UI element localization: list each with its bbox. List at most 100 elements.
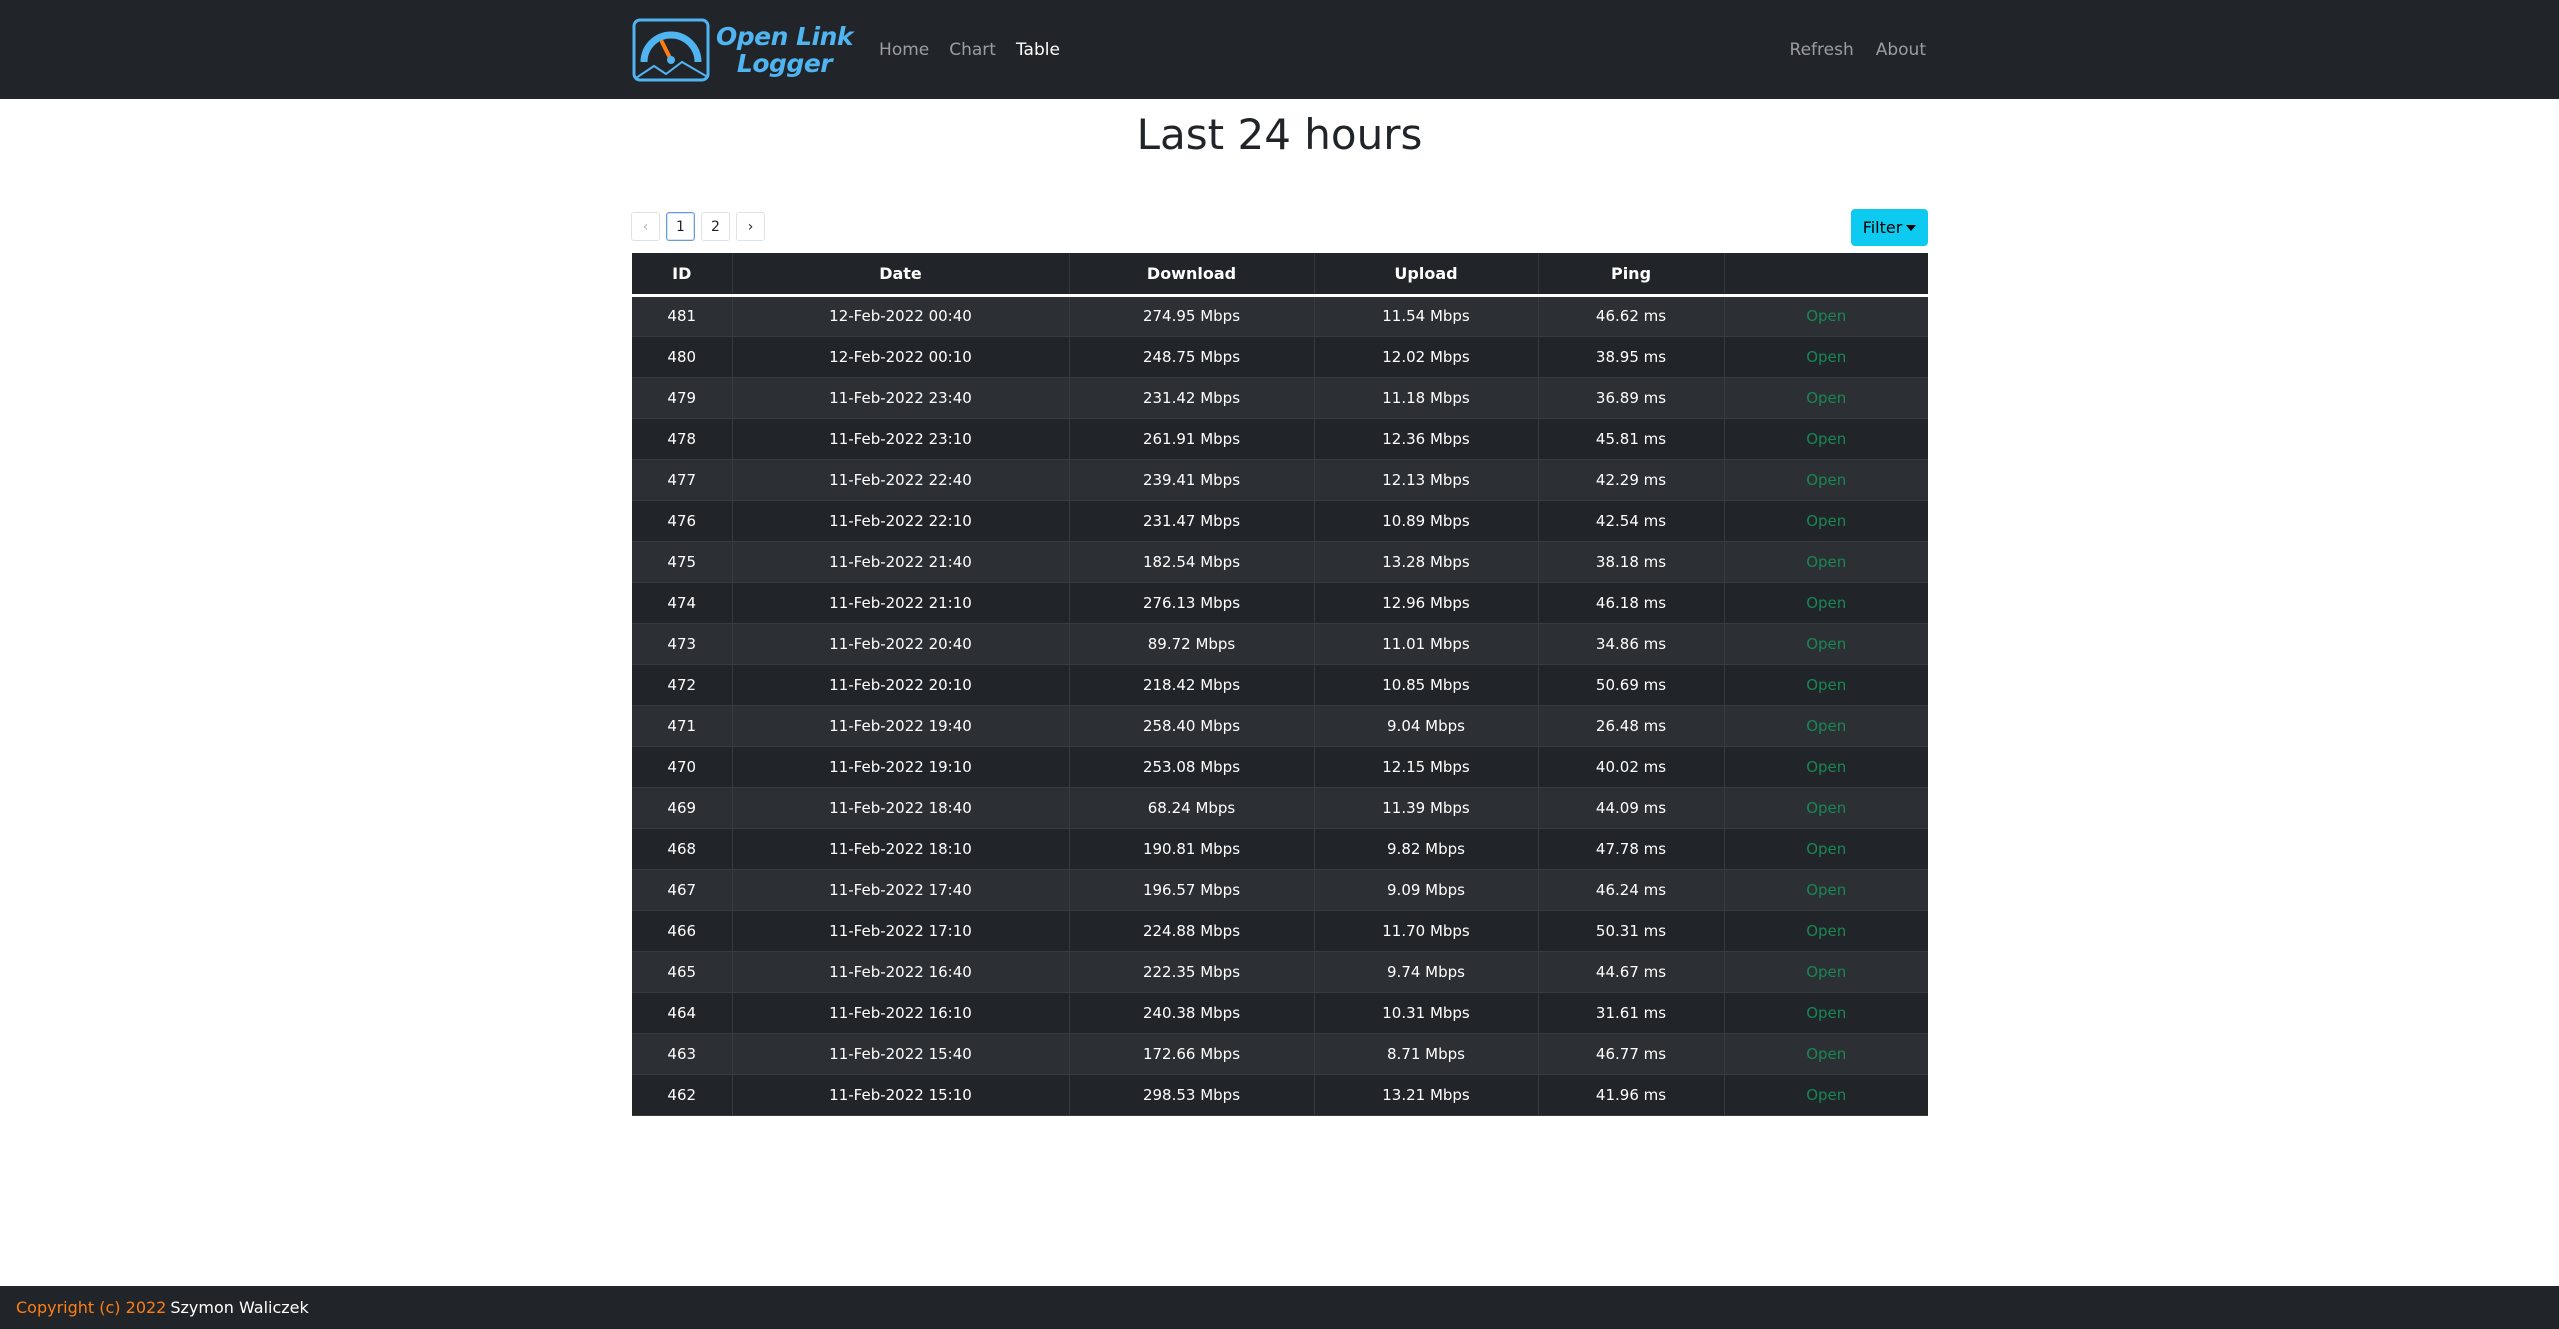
cell-id: 476 xyxy=(632,500,733,541)
cell-date: 11-Feb-2022 19:40 xyxy=(732,705,1070,746)
cell-ping: 36.89 ms xyxy=(1538,377,1725,418)
cell-action: Open xyxy=(1724,459,1928,500)
cell-id: 475 xyxy=(632,541,733,582)
table-row: 481 12-Feb-2022 00:40 274.95 Mbps 11.54 Mbp… xyxy=(632,295,1928,336)
open-link[interactable]: Open xyxy=(1806,1086,1846,1104)
cell-upload: 9.04 Mbps xyxy=(1314,705,1539,746)
open-link[interactable]: Open xyxy=(1806,717,1846,735)
cell-upload: 8.71 Mbps xyxy=(1314,1033,1539,1074)
cell-id: 467 xyxy=(632,869,733,910)
open-link[interactable]: Open xyxy=(1806,430,1846,448)
filter-label: Filter xyxy=(1862,218,1903,237)
table-row: 465 11-Feb-2022 16:40 222.35 Mbps 9.74 Mbps… xyxy=(632,951,1928,992)
open-link[interactable]: Open xyxy=(1806,635,1846,653)
table-row: 477 11-Feb-2022 22:40 239.41 Mbps 12.13 Mbp… xyxy=(632,459,1928,500)
cell-ping: 42.29 ms xyxy=(1538,459,1725,500)
pagination-page-2[interactable]: 2 xyxy=(701,212,730,241)
cell-upload: 10.89 Mbps xyxy=(1314,500,1539,541)
open-link[interactable]: Open xyxy=(1806,512,1846,530)
cell-id: 480 xyxy=(632,336,733,377)
open-link[interactable]: Open xyxy=(1806,348,1846,366)
cell-action: Open xyxy=(1724,869,1928,910)
cell-download: 274.95 Mbps xyxy=(1069,295,1315,336)
pagination-page-1[interactable]: 1 xyxy=(666,212,695,241)
cell-ping: 26.48 ms xyxy=(1538,705,1725,746)
col-header-id: ID xyxy=(632,253,733,295)
open-link[interactable]: Open xyxy=(1806,1045,1846,1063)
open-link[interactable]: Open xyxy=(1806,471,1846,489)
open-link[interactable]: Open xyxy=(1806,799,1846,817)
cell-date: 11-Feb-2022 20:40 xyxy=(732,623,1070,664)
cell-upload: 9.82 Mbps xyxy=(1314,828,1539,869)
open-link[interactable]: Open xyxy=(1806,1004,1846,1022)
nav-chart[interactable]: Chart xyxy=(949,40,996,60)
open-link[interactable]: Open xyxy=(1806,389,1846,407)
open-link[interactable]: Open xyxy=(1806,881,1846,899)
nav-table[interactable]: Table xyxy=(1016,40,1060,60)
open-link[interactable]: Open xyxy=(1806,307,1846,325)
cell-upload: 12.13 Mbps xyxy=(1314,459,1539,500)
pagination-next[interactable]: › xyxy=(736,212,765,241)
cell-id: 464 xyxy=(632,992,733,1033)
table-row: 479 11-Feb-2022 23:40 231.42 Mbps 11.18 Mbp… xyxy=(632,377,1928,418)
cell-date: 11-Feb-2022 16:40 xyxy=(732,951,1070,992)
cell-date: 12-Feb-2022 00:40 xyxy=(732,295,1070,336)
nav-links: Home Chart Table xyxy=(879,40,1080,60)
open-link[interactable]: Open xyxy=(1806,553,1846,571)
nav-home[interactable]: Home xyxy=(879,40,929,60)
col-header-date: Date xyxy=(732,253,1070,295)
cell-download: 182.54 Mbps xyxy=(1069,541,1315,582)
cell-date: 11-Feb-2022 23:40 xyxy=(732,377,1070,418)
cell-ping: 34.86 ms xyxy=(1538,623,1725,664)
table-row: 472 11-Feb-2022 20:10 218.42 Mbps 10.85 Mbp… xyxy=(632,664,1928,705)
open-link[interactable]: Open xyxy=(1806,840,1846,858)
cell-action: Open xyxy=(1724,992,1928,1033)
cell-ping: 44.09 ms xyxy=(1538,787,1725,828)
cell-ping: 46.24 ms xyxy=(1538,869,1725,910)
cell-upload: 11.70 Mbps xyxy=(1314,910,1539,951)
speedometer-icon xyxy=(632,18,710,81)
table-row: 475 11-Feb-2022 21:40 182.54 Mbps 13.28 Mbp… xyxy=(632,541,1928,582)
cell-date: 12-Feb-2022 00:10 xyxy=(732,336,1070,377)
nav-refresh[interactable]: Refresh xyxy=(1790,40,1854,60)
cell-date: 11-Feb-2022 18:40 xyxy=(732,787,1070,828)
cell-action: Open xyxy=(1724,787,1928,828)
open-link[interactable]: Open xyxy=(1806,963,1846,981)
cell-id: 463 xyxy=(632,1033,733,1074)
brand-logo[interactable]: Open Link Logger xyxy=(632,17,854,83)
cell-upload: 9.09 Mbps xyxy=(1314,869,1539,910)
cell-upload: 12.36 Mbps xyxy=(1314,418,1539,459)
cell-download: 218.42 Mbps xyxy=(1069,664,1315,705)
open-link[interactable]: Open xyxy=(1806,758,1846,776)
nav-about[interactable]: About xyxy=(1876,40,1926,60)
navbar-container: Open Link Logger Home Chart Table Refres… xyxy=(632,0,1926,99)
cell-upload: 10.31 Mbps xyxy=(1314,992,1539,1033)
cell-upload: 12.02 Mbps xyxy=(1314,336,1539,377)
cell-id: 479 xyxy=(632,377,733,418)
table-row: 470 11-Feb-2022 19:10 253.08 Mbps 12.15 Mbp… xyxy=(632,746,1928,787)
cell-upload: 11.54 Mbps xyxy=(1314,295,1539,336)
cell-download: 239.41 Mbps xyxy=(1069,459,1315,500)
filter-dropdown-button[interactable]: Filter xyxy=(1851,209,1928,246)
cell-action: Open xyxy=(1724,377,1928,418)
cell-ping: 44.67 ms xyxy=(1538,951,1725,992)
open-link[interactable]: Open xyxy=(1806,676,1846,694)
footer-author: Szymon Waliczek xyxy=(170,1298,309,1317)
cell-upload: 12.15 Mbps xyxy=(1314,746,1539,787)
pagination-prev[interactable]: ‹ xyxy=(631,212,660,241)
cell-download: 68.24 Mbps xyxy=(1069,787,1315,828)
cell-ping: 38.95 ms xyxy=(1538,336,1725,377)
cell-date: 11-Feb-2022 15:40 xyxy=(732,1033,1070,1074)
pagination: ‹ 1 2 › xyxy=(631,212,765,241)
open-link[interactable]: Open xyxy=(1806,922,1846,940)
cell-action: Open xyxy=(1724,828,1928,869)
table-row: 480 12-Feb-2022 00:10 248.75 Mbps 12.02 Mbp… xyxy=(632,336,1928,377)
open-link[interactable]: Open xyxy=(1806,594,1846,612)
cell-ping: 46.77 ms xyxy=(1538,1033,1725,1074)
cell-action: Open xyxy=(1724,500,1928,541)
cell-upload: 10.85 Mbps xyxy=(1314,664,1539,705)
cell-download: 89.72 Mbps xyxy=(1069,623,1315,664)
cell-action: Open xyxy=(1724,746,1928,787)
caret-down-icon xyxy=(1906,224,1917,231)
cell-ping: 45.81 ms xyxy=(1538,418,1725,459)
